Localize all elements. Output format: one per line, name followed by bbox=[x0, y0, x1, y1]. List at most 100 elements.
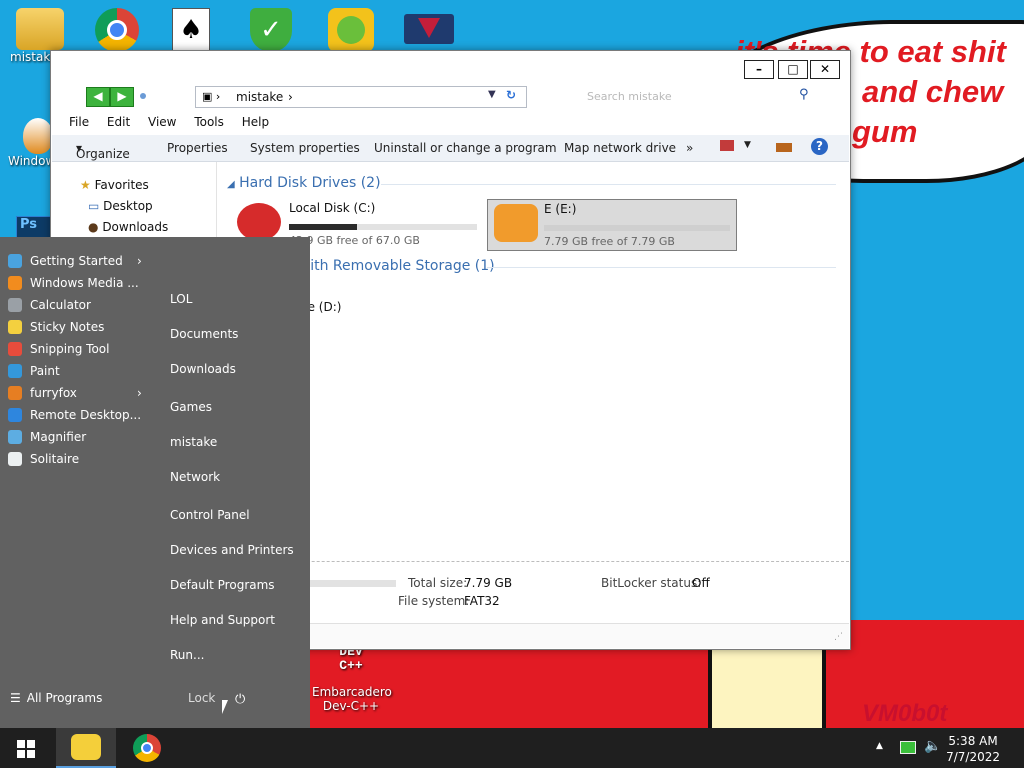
organize-button[interactable]: Organize ▾ bbox=[76, 141, 130, 161]
clock-date: 7/7/2022 bbox=[946, 750, 1000, 764]
start-place-item[interactable]: Downloads bbox=[170, 362, 236, 376]
start-place-item[interactable]: Network bbox=[170, 470, 220, 484]
search-input[interactable]: Search mistake ⚲ bbox=[577, 86, 817, 106]
drive-e-name: E (E:) bbox=[544, 202, 577, 216]
start-place-item[interactable]: Devices and Printers bbox=[170, 543, 294, 557]
start-place-item[interactable]: Run... bbox=[170, 648, 204, 662]
start-program-item[interactable]: Windows Media ... bbox=[8, 276, 139, 296]
start-program-label: Magnifier bbox=[30, 430, 87, 444]
nav-downloads[interactable]: ● Downloads bbox=[88, 220, 168, 234]
egg-icon bbox=[23, 118, 53, 154]
start-place-item[interactable]: Games bbox=[170, 400, 212, 414]
start-place-item[interactable]: Control Panel bbox=[170, 508, 250, 522]
app-logo-icon[interactable] bbox=[404, 14, 454, 44]
uninstall-program-button[interactable]: Uninstall or change a program bbox=[374, 141, 557, 155]
start-program-item[interactable]: Paint bbox=[8, 364, 60, 384]
desktop-icon-label: Windows Vista bbox=[8, 154, 52, 168]
nav-favorites-label: Favorites bbox=[94, 178, 149, 192]
drive-c-name: Local Disk (C:) bbox=[289, 201, 376, 215]
drive-c-usage-bar bbox=[289, 224, 477, 230]
start-program-item[interactable]: Calculator bbox=[8, 298, 91, 318]
start-place-item[interactable]: Default Programs bbox=[170, 578, 275, 592]
volume-icon[interactable]: 🔈 bbox=[924, 738, 941, 754]
refresh-icon[interactable]: ↻ bbox=[506, 88, 516, 102]
all-programs-button[interactable]: ☰ All Programs bbox=[10, 691, 102, 711]
map-network-drive-button[interactable]: Map network drive bbox=[564, 141, 676, 155]
back-button[interactable]: ◀ bbox=[86, 87, 110, 107]
start-program-label: furryfox bbox=[30, 386, 77, 400]
clock[interactable]: 5:38 AM 7/7/2022 bbox=[946, 733, 1000, 765]
menu-tools[interactable]: Tools bbox=[194, 115, 224, 129]
taskbar: ▲ 🔈 5:38 AM 7/7/2022 bbox=[0, 728, 1024, 768]
security-shield-icon[interactable]: ✓ bbox=[250, 8, 292, 52]
program-icon bbox=[8, 386, 22, 400]
view-options-icon[interactable] bbox=[720, 140, 734, 151]
maximize-button[interactable]: □ bbox=[778, 60, 808, 79]
mouse-cursor bbox=[222, 700, 228, 714]
address-bar[interactable]: ▣ › mistake › ▼ ↻ bbox=[195, 86, 527, 108]
solitaire-shortcut-icon[interactable]: ♠ bbox=[172, 8, 210, 54]
submenu-arrow-icon[interactable]: › bbox=[137, 254, 142, 268]
chrome-icon bbox=[133, 734, 161, 762]
search-icon[interactable]: ⚲ bbox=[799, 87, 809, 102]
start-program-label: Remote Desktop... bbox=[30, 408, 142, 422]
minimize-button[interactable]: – bbox=[744, 60, 774, 79]
start-program-item[interactable]: Remote Desktop... bbox=[8, 408, 141, 428]
start-place-item[interactable]: Documents bbox=[170, 327, 238, 341]
bitlocker-value: Off bbox=[692, 576, 710, 590]
submenu-arrow-icon[interactable]: › bbox=[137, 386, 142, 400]
program-icon bbox=[8, 408, 22, 422]
drive-c-usage-fill bbox=[289, 224, 357, 230]
taskbar-explorer-button[interactable] bbox=[56, 728, 116, 768]
close-button[interactable]: ✕ bbox=[810, 60, 840, 79]
address-crumb[interactable]: mistake bbox=[236, 90, 283, 104]
menu-file[interactable]: File bbox=[69, 115, 89, 129]
taskbar-chrome-button[interactable] bbox=[122, 728, 174, 768]
tray-overflow-icon[interactable]: ▲ bbox=[876, 741, 883, 751]
help-icon[interactable]: ? bbox=[811, 138, 828, 155]
start-program-item[interactable]: Getting Started bbox=[8, 254, 123, 274]
drive-e[interactable]: E (E:) 7.79 GB free of 7.79 GB bbox=[487, 199, 737, 251]
recent-pages-icon[interactable] bbox=[140, 93, 146, 99]
nav-favorites[interactable]: ★ Favorites bbox=[80, 178, 149, 192]
preview-pane-icon[interactable] bbox=[776, 143, 792, 152]
more-commands-button[interactable]: » bbox=[686, 141, 693, 155]
start-program-item[interactable]: furryfox bbox=[8, 386, 77, 406]
network-icon[interactable] bbox=[900, 741, 916, 754]
nav-desktop[interactable]: ▭ Desktop bbox=[88, 199, 153, 213]
chevron-down-icon[interactable]: ▼ bbox=[744, 140, 751, 150]
all-programs-label: All Programs bbox=[26, 691, 103, 705]
collapse-icon: ◢ bbox=[227, 179, 235, 190]
menu-bar: File Edit View Tools Help bbox=[69, 115, 283, 129]
desktop-icon-devcpp[interactable]: DEV C++ Embarcadero Dev-C++ bbox=[312, 645, 392, 714]
system-properties-button[interactable]: System properties bbox=[250, 141, 360, 155]
clock-time: 5:38 AM bbox=[948, 734, 998, 748]
resize-grip-icon[interactable]: ⋰ bbox=[834, 632, 843, 642]
start-program-item[interactable]: Magnifier bbox=[8, 430, 86, 450]
drive-e-free: 7.79 GB free of 7.79 GB bbox=[544, 235, 675, 248]
power-icon[interactable]: ⏻ bbox=[235, 692, 245, 707]
start-place-item[interactable]: Help and Support bbox=[170, 613, 275, 627]
bad-piggies-icon[interactable] bbox=[328, 8, 374, 52]
menu-view[interactable]: View bbox=[148, 115, 176, 129]
menu-edit[interactable]: Edit bbox=[107, 115, 130, 129]
forward-button[interactable]: ▶ bbox=[110, 87, 134, 107]
start-place-item[interactable]: LOL bbox=[170, 292, 192, 306]
group-hdd-label: Hard Disk Drives (2) bbox=[239, 175, 381, 191]
wallpaper-signature: VM0b0t bbox=[862, 700, 948, 727]
start-button[interactable] bbox=[0, 728, 54, 768]
group-hard-disk-drives[interactable]: ◢ Hard Disk Drives (2) bbox=[227, 175, 381, 191]
lock-button[interactable]: Lock bbox=[188, 691, 215, 705]
start-program-item[interactable]: Sticky Notes bbox=[8, 320, 104, 340]
crumb-chevron-icon[interactable]: › bbox=[288, 90, 293, 104]
start-program-item[interactable]: Solitaire bbox=[8, 452, 79, 472]
chrome-shortcut-icon[interactable] bbox=[95, 8, 139, 52]
folder-icon bbox=[16, 8, 64, 50]
explorer-folder-icon bbox=[71, 734, 101, 760]
start-program-item[interactable]: Snipping Tool bbox=[8, 342, 109, 362]
properties-button[interactable]: Properties bbox=[167, 141, 228, 155]
program-icon bbox=[8, 254, 22, 268]
start-place-item[interactable]: mistake bbox=[170, 435, 217, 449]
chevron-down-icon[interactable]: ▼ bbox=[488, 89, 496, 100]
menu-help[interactable]: Help bbox=[242, 115, 269, 129]
